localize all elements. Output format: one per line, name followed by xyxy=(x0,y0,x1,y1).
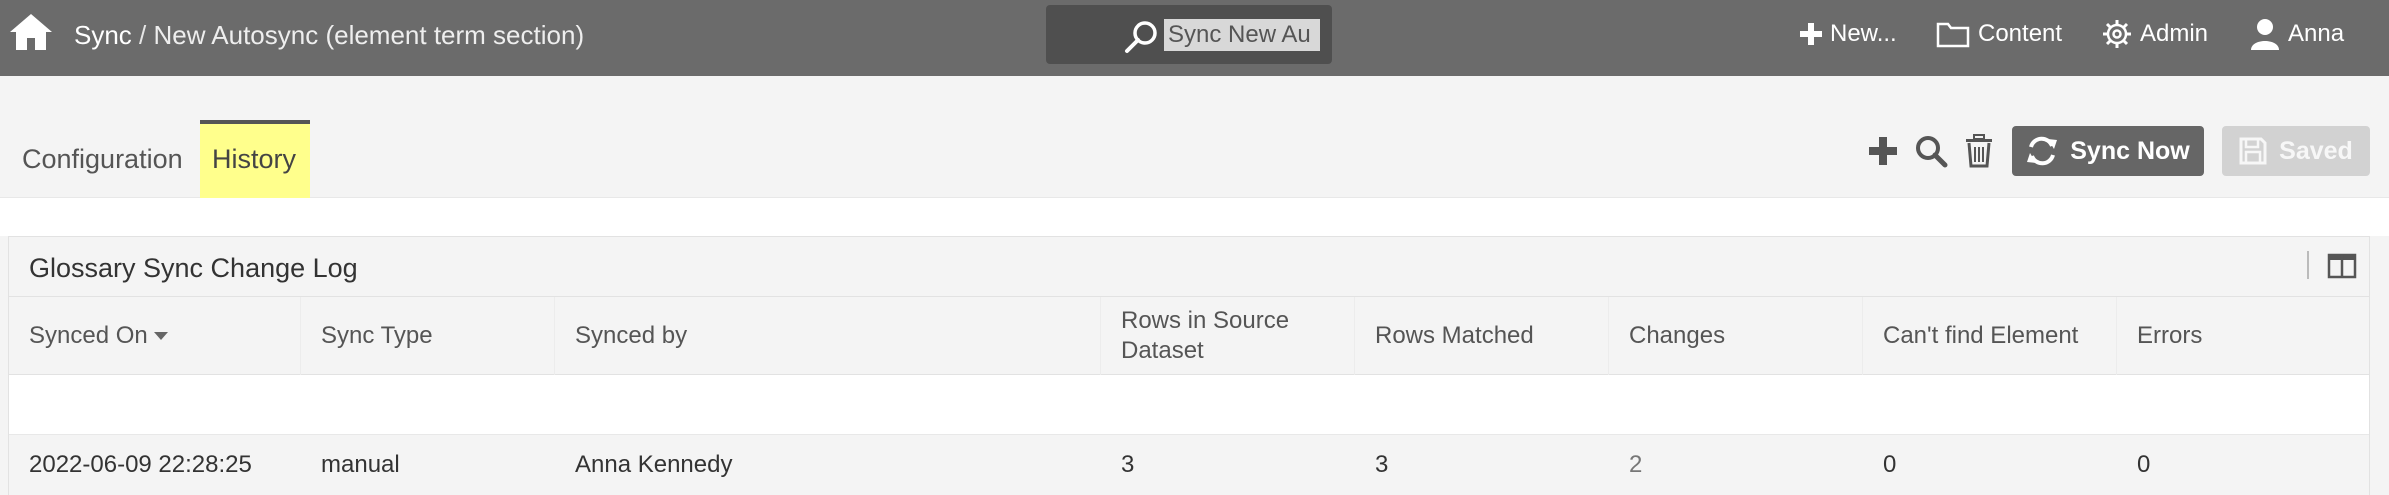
column-header-changes[interactable]: Changes xyxy=(1609,297,1863,375)
content-menu[interactable]: Content xyxy=(1936,14,2062,54)
table-header: Synced On Sync Type Synced by Rows in So… xyxy=(9,297,2369,375)
column-header-rows-matched[interactable]: Rows Matched xyxy=(1355,297,1609,375)
trash-icon[interactable] xyxy=(1962,134,1996,168)
column-header-rows-in-source[interactable]: Rows in Source Dataset xyxy=(1101,297,1355,375)
panel-header: Glossary Sync Change Log xyxy=(9,237,2369,297)
breadcrumb-separator: / xyxy=(131,20,154,50)
add-icon[interactable] xyxy=(1866,134,1900,168)
top-bar: Sync / New Autosync (element term sectio… xyxy=(0,0,2389,76)
save-icon xyxy=(2239,137,2267,165)
breadcrumb-root-link[interactable]: Sync xyxy=(74,20,132,50)
change-log-panel: Glossary Sync Change Log Synced On Sync … xyxy=(8,236,2370,495)
cell-rows-in-source: 3 xyxy=(1121,451,1135,478)
content-menu-label: Content xyxy=(1978,20,2063,47)
column-header-label: Changes xyxy=(1629,322,1726,349)
columns-icon[interactable] xyxy=(2327,251,2357,281)
user-menu[interactable]: Anna xyxy=(2250,14,2344,54)
user-icon xyxy=(2251,19,2279,50)
user-menu-label: Anna xyxy=(2288,20,2345,47)
admin-menu-label: Admin xyxy=(2140,20,2209,47)
column-header-synced-on[interactable]: Synced On xyxy=(9,297,301,375)
search-input[interactable] xyxy=(1164,19,1320,51)
tab-bar: Configuration History Sync Now Saved xyxy=(0,76,2389,198)
sync-now-label: Sync Now xyxy=(2070,136,2190,165)
search-icon[interactable] xyxy=(1124,19,1160,55)
sync-now-button[interactable]: Sync Now xyxy=(2012,126,2204,176)
column-header-errors[interactable]: Errors xyxy=(2117,297,2369,375)
column-header-label: Sync Type xyxy=(321,322,433,349)
column-header-cant-find-element[interactable]: Can't find Element xyxy=(1863,297,2117,375)
cell-cant-find-element: 0 xyxy=(1883,451,1897,478)
panel-title: Glossary Sync Change Log xyxy=(29,253,358,283)
column-header-synced-by[interactable]: Synced by xyxy=(555,297,1101,375)
cell-rows-matched: 3 xyxy=(1375,451,1389,478)
breadcrumb-current: New Autosync (element term section) xyxy=(153,20,585,50)
gear-icon xyxy=(2103,20,2131,48)
column-header-label: Synced On xyxy=(29,322,148,349)
column-header-label: Errors xyxy=(2137,322,2203,349)
home-icon[interactable] xyxy=(8,12,54,52)
cell-synced-by: Anna Kennedy xyxy=(575,451,733,478)
sort-caret-icon xyxy=(153,332,168,340)
cell-sync-type: manual xyxy=(321,451,400,478)
saved-label: Saved xyxy=(2279,136,2353,165)
tab-configuration[interactable]: Configuration xyxy=(22,120,183,198)
header-divider xyxy=(2307,251,2309,279)
column-header-label: Rows in Source Dataset xyxy=(1121,307,1290,364)
cell-synced-on: 2022-06-09 22:28:25 xyxy=(29,451,252,478)
filter-row xyxy=(9,375,2369,435)
column-header-label: Rows Matched xyxy=(1375,322,1534,349)
new-menu[interactable]: New... xyxy=(1800,14,1897,54)
plus-icon xyxy=(1800,23,1822,45)
column-header-sync-type[interactable]: Sync Type xyxy=(301,297,555,375)
table-row[interactable]: 2022-06-09 22:28:25 manual Anna Kennedy … xyxy=(9,435,2369,495)
cell-changes-link[interactable]: 2 xyxy=(1609,435,1642,495)
tab-history[interactable]: History xyxy=(200,120,310,198)
saved-button[interactable]: Saved xyxy=(2222,126,2370,176)
content-spacer xyxy=(0,198,2389,236)
column-header-label: Synced by xyxy=(575,322,688,349)
cell-errors: 0 xyxy=(2137,451,2151,478)
refresh-icon xyxy=(2027,136,2058,166)
search-icon[interactable] xyxy=(1914,134,1948,168)
folder-icon xyxy=(1936,22,1970,48)
column-header-label: Can't find Element xyxy=(1883,322,2079,349)
global-search xyxy=(1046,5,1332,64)
admin-menu[interactable]: Admin xyxy=(2102,14,2208,54)
breadcrumb: Sync / New Autosync (element term sectio… xyxy=(74,18,584,52)
new-menu-label: New... xyxy=(1830,20,1897,47)
